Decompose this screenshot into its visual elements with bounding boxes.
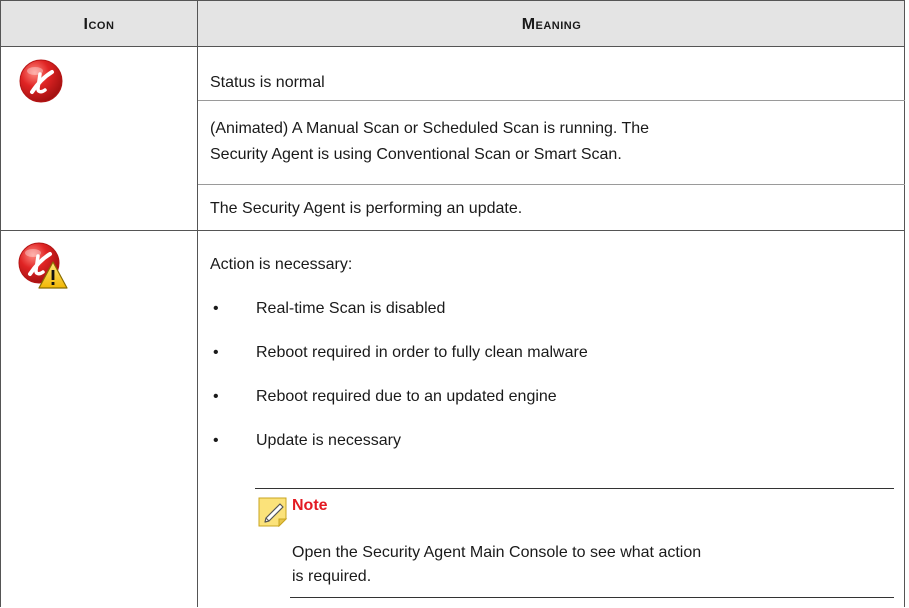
table-border-right	[904, 0, 905, 607]
note-pencil-icon	[258, 497, 288, 532]
header-icon: Icon	[83, 15, 115, 33]
bullet-marker: •	[213, 388, 219, 405]
meaning-scan-running-line1: (Animated) A Manual Scan or Scheduled Sc…	[210, 120, 650, 137]
bullet-marker: •	[213, 300, 219, 317]
note-title: Note	[292, 497, 328, 514]
table-header: Icon Meaning	[0, 0, 905, 47]
row-divider	[198, 100, 905, 101]
icon-meaning-table: Icon Meaning Status is normal (Animated)…	[0, 0, 905, 607]
bullet-realtime-scan-disabled: Real-time Scan is disabled	[256, 300, 446, 317]
bullet-marker: •	[213, 344, 219, 361]
column-divider	[197, 0, 198, 607]
trend-micro-normal-icon	[18, 58, 64, 109]
bullet-reboot-clean-malware: Reboot required in order to fully clean …	[256, 344, 588, 361]
meaning-status-normal: Status is normal	[210, 74, 325, 91]
row-divider	[0, 230, 905, 231]
trend-micro-warning-icon	[18, 242, 68, 295]
meaning-updating: The Security Agent is performing an upda…	[210, 200, 523, 217]
note-text-line2: is required.	[292, 568, 372, 585]
note-bottom-rule	[290, 597, 894, 598]
bullet-marker: •	[213, 432, 219, 449]
header-meaning: Meaning	[521, 15, 582, 33]
table-border-left	[0, 0, 1, 607]
meaning-action-necessary: Action is necessary:	[210, 256, 353, 273]
bullet-update-necessary: Update is necessary	[256, 432, 401, 449]
bullet-reboot-updated-engine: Reboot required due to an updated engine	[256, 388, 557, 405]
note-top-rule	[255, 488, 894, 489]
row-divider	[198, 184, 905, 185]
meaning-scan-running-line2: Security Agent is using Conventional Sca…	[210, 146, 622, 163]
note-text-line1: Open the Security Agent Main Console to …	[292, 544, 702, 561]
